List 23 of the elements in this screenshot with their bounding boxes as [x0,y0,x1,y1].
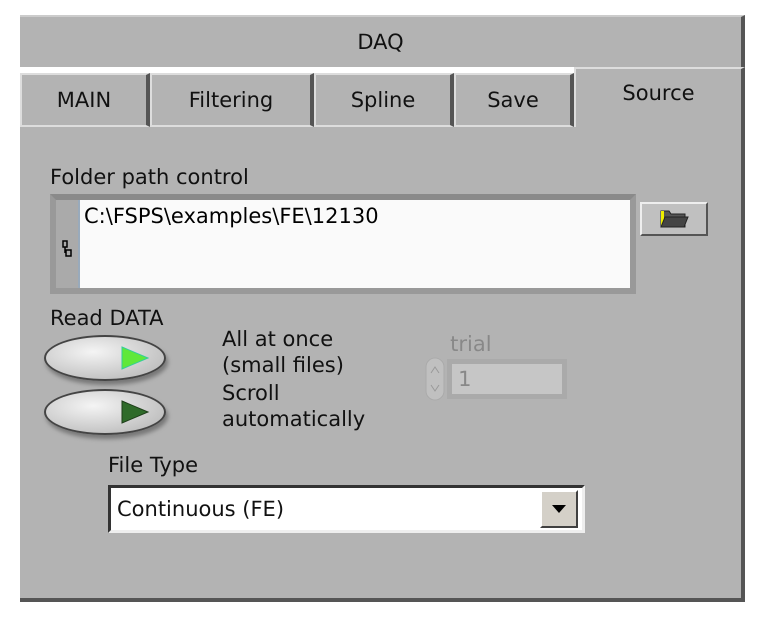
path-icon [62,240,72,258]
tab[interactable]: Spline [314,73,454,127]
panel-title: DAQ [20,15,745,67]
browse-button[interactable] [640,202,708,236]
caret-icon [552,504,566,513]
tab[interactable]: MAIN [20,73,150,127]
tab[interactable]: Filtering [150,73,314,127]
play-icon [120,345,150,372]
folder-icon [659,209,689,230]
dropdown-button[interactable] [540,490,578,528]
play-icon [120,399,150,426]
group-label: Read DATA [50,306,165,332]
led-button[interactable] [44,335,166,382]
spinner-icon [425,357,446,402]
button-caption: All at once (small files) [222,327,344,378]
field-label: File Type [108,453,200,479]
file-type-dropdown[interactable]: Continuous (FE) [108,484,585,533]
path-field[interactable]: C:\FSPS\examples\FE\12130 [50,194,636,294]
tab[interactable]: Source [574,67,745,127]
button-caption: Scroll automatically [222,381,366,432]
tab[interactable]: Save [454,73,574,127]
led-button[interactable] [44,389,166,436]
field-label: Folder path control [50,165,250,190]
